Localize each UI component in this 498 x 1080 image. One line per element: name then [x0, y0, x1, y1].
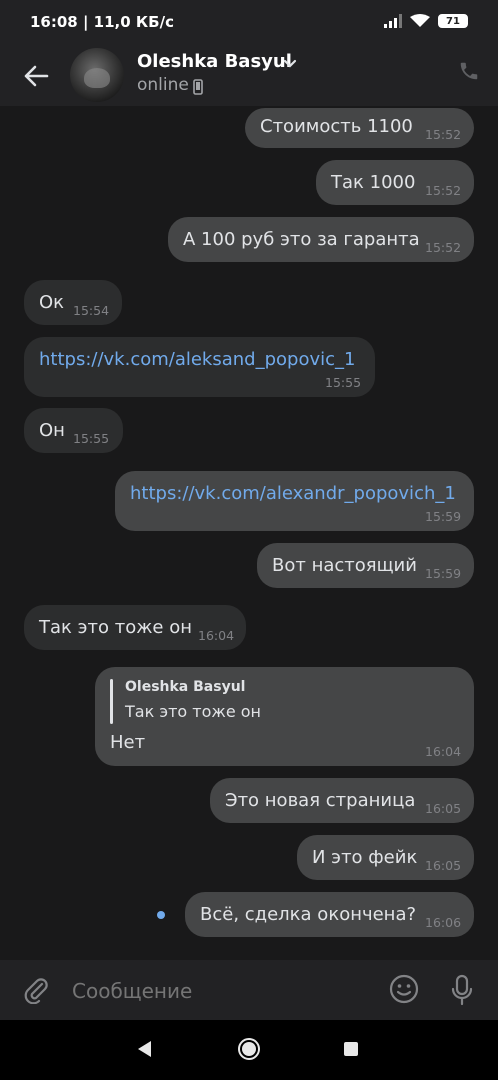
message-text: Так 1000 — [331, 172, 416, 193]
wifi-icon — [410, 14, 430, 27]
phone-icon[interactable] — [458, 60, 480, 82]
message-text: Так это тоже он — [39, 617, 193, 638]
message-text: Он — [39, 420, 65, 441]
chevron-down-icon[interactable] — [283, 56, 297, 70]
message-time: 15:52 — [425, 183, 462, 198]
mobile-icon — [193, 79, 203, 95]
message-text: Это новая страница — [225, 790, 416, 811]
signal-icon — [384, 14, 402, 28]
message-bubble[interactable]: Так это тоже он 16:04 — [24, 605, 246, 650]
message-time: 16:04 — [425, 744, 462, 759]
message-text: Ок — [39, 292, 65, 313]
reply-quote[interactable]: Так это тоже он — [125, 702, 261, 721]
microphone-icon[interactable] — [450, 974, 474, 1006]
message-bubble[interactable]: https://vk.com/aleksand_popovic_1 15:55 — [24, 337, 375, 397]
message-time: 15:52 — [425, 127, 462, 142]
message-bubble[interactable]: Так 1000 15:52 — [316, 160, 474, 205]
emoji-icon[interactable] — [389, 974, 419, 1004]
message-bubble[interactable]: Это новая страница 16:05 — [210, 778, 474, 823]
avatar[interactable] — [70, 48, 124, 102]
message-text: Стоимость 1100 — [260, 116, 413, 137]
message-time: 15:54 — [73, 303, 110, 318]
nav-recents-icon[interactable] — [344, 1042, 358, 1056]
message-time: 15:55 — [73, 431, 110, 446]
nav-back-icon[interactable] — [135, 1039, 153, 1059]
reply-author[interactable]: Oleshka Basyul — [125, 679, 245, 695]
message-bubble[interactable]: https://vk.com/alexandr_popovich_1 15:59 — [115, 471, 474, 531]
system-nav-bar — [0, 1020, 498, 1080]
message-text: А 100 руб это за гаранта — [183, 229, 420, 250]
message-bubble[interactable]: Вот настоящий 15:59 — [257, 543, 474, 588]
message-list[interactable]: Стоимость 1100 15:52 Так 1000 15:52 А 10… — [0, 106, 498, 960]
message-bubble[interactable]: Всё, сделка окончена? 16:06 — [185, 892, 474, 937]
message-text: Нет — [110, 732, 146, 753]
back-arrow-icon — [24, 65, 49, 87]
message-text: И это фейк — [312, 847, 418, 868]
message-time: 16:06 — [425, 915, 462, 930]
status-time: 16:08 | 11,0 КБ/с — [30, 13, 174, 31]
message-input[interactable] — [72, 976, 372, 1006]
message-bubble[interactable]: А 100 руб это за гаранта 15:52 — [168, 217, 474, 262]
status-icons: 71 — [384, 14, 468, 28]
message-link[interactable]: https://vk.com/alexandr_popovich_1 — [130, 483, 456, 504]
message-bubble[interactable]: Он 15:55 — [24, 408, 123, 453]
message-text: Всё, сделка окончена? — [200, 904, 417, 925]
message-time: 16:05 — [425, 858, 462, 873]
message-time: 16:04 — [198, 628, 235, 643]
contact-name[interactable]: Oleshka Basyul — [137, 51, 292, 72]
message-time: 15:59 — [425, 509, 462, 524]
reply-indicator — [110, 679, 113, 724]
back-button[interactable] — [18, 58, 54, 94]
message-text: Вот настоящий — [272, 555, 417, 576]
nav-home-icon[interactable] — [237, 1037, 261, 1061]
contact-status: online — [137, 75, 189, 95]
message-link[interactable]: https://vk.com/aleksand_popovic_1 — [39, 349, 355, 370]
message-time: 15:59 — [425, 566, 462, 581]
message-bubble[interactable]: Стоимость 1100 15:52 — [245, 108, 474, 148]
unread-indicator — [157, 911, 165, 919]
message-bubble-reply[interactable]: Oleshka Basyul Так это тоже он Нет 16:04 — [95, 667, 474, 766]
battery-icon: 71 — [438, 14, 468, 28]
message-bubble[interactable]: И это фейк 16:05 — [297, 835, 474, 880]
message-composer — [0, 960, 498, 1020]
paperclip-icon[interactable] — [22, 976, 50, 1004]
message-time: 15:55 — [325, 375, 362, 390]
chat-header: Oleshka Basyul online — [0, 46, 498, 106]
message-time: 15:52 — [425, 240, 462, 255]
status-bar: 16:08 | 11,0 КБ/с 71 — [0, 0, 498, 46]
message-time: 16:05 — [425, 801, 462, 816]
message-bubble[interactable]: Ок 15:54 — [24, 280, 122, 325]
